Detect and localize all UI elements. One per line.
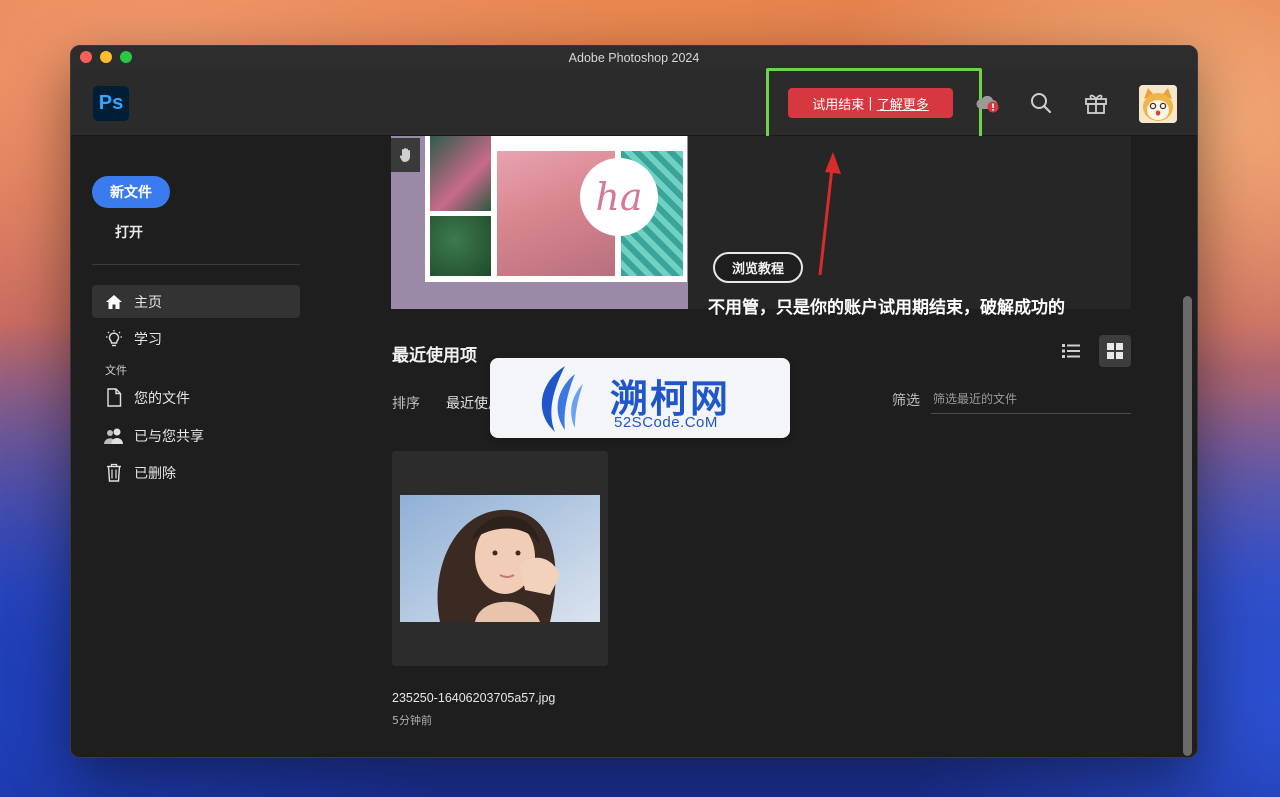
ha-logo-circle: ha — [580, 158, 658, 236]
filter-input[interactable] — [931, 384, 1131, 414]
grid-view-icon — [1107, 343, 1123, 359]
sidebar-divider — [92, 264, 300, 265]
cactus-tile — [430, 136, 491, 211]
list-view-icon — [1062, 344, 1080, 358]
sidebar-item-your-files[interactable]: 您的文件 — [92, 381, 300, 414]
sidebar-item-shared[interactable]: 已与您共享 — [92, 419, 300, 452]
search-icon[interactable] — [1028, 90, 1054, 116]
trash-icon — [102, 463, 126, 482]
collage-image: ha — [425, 136, 687, 282]
cloud-alert-icon[interactable] — [975, 90, 1001, 116]
grid-view-button[interactable] — [1099, 335, 1131, 367]
banner-artwork: ha — [391, 136, 688, 309]
vertical-scrollbar[interactable] — [1183, 296, 1192, 756]
annotation-text: 不用管，只是你的账户试用期结束，破解成功的 — [708, 298, 1065, 318]
new-file-button[interactable]: 新文件 — [92, 176, 170, 208]
shared-users-icon — [102, 427, 126, 445]
file-thumbnail — [400, 495, 600, 622]
photoshop-logo[interactable]: Ps — [93, 86, 129, 121]
recent-section-title: 最近使用项 — [392, 346, 477, 366]
sidebar-item-label: 您的文件 — [134, 390, 190, 407]
highlight-box — [766, 68, 982, 140]
sort-label: 排序 — [392, 396, 420, 412]
list-view-button[interactable] — [1055, 335, 1087, 367]
window-controls — [80, 51, 132, 63]
tutorial-banner: ha — [391, 136, 1131, 309]
leaves-tile — [430, 216, 491, 276]
hand-tool-icon[interactable] — [391, 138, 420, 172]
sidebar: 新文件 打开 主页 学习 文件 您的文件 已与您共享 已删除 — [71, 136, 321, 757]
avatar[interactable] — [1139, 85, 1177, 123]
sidebar-item-home[interactable]: 主页 — [92, 285, 300, 318]
minimize-window-button[interactable] — [100, 51, 112, 63]
wing-logo-icon — [541, 366, 583, 432]
title-bar: Adobe Photoshop 2024 — [71, 46, 1197, 70]
sidebar-item-label: 主页 — [134, 294, 162, 311]
lightbulb-icon — [102, 329, 126, 349]
file-name[interactable]: 235250-16406203705a57.jpg — [392, 691, 555, 705]
sidebar-item-label: 已与您共享 — [134, 428, 204, 445]
file-modified-time: 5分钟前 — [392, 714, 432, 727]
sidebar-item-deleted[interactable]: 已删除 — [92, 456, 300, 489]
sidebar-item-label: 已删除 — [134, 465, 176, 482]
open-button[interactable]: 打开 — [115, 222, 143, 242]
sidebar-item-learn[interactable]: 学习 — [92, 322, 300, 355]
browse-tutorials-button[interactable]: 浏览教程 — [713, 252, 803, 283]
files-section-label: 文件 — [105, 364, 127, 377]
maximize-window-button[interactable] — [120, 51, 132, 63]
document-icon — [102, 388, 126, 407]
main-content: ha 浏览教程 不用管，只是你的账户试用期结束，破解成功的 最近使用项 排序 最… — [321, 136, 1197, 757]
watermark-english: 52SCode.CoM — [614, 414, 718, 431]
close-window-button[interactable] — [80, 51, 92, 63]
annotation-arrow-icon — [818, 152, 841, 276]
sidebar-item-label: 学习 — [134, 331, 162, 348]
gift-icon[interactable] — [1083, 90, 1109, 116]
home-icon — [102, 294, 126, 310]
window-title: Adobe Photoshop 2024 — [568, 51, 700, 65]
app-header: Ps 试用结束 | 了解更多 — [71, 68, 1197, 140]
filter-label: 筛选 — [892, 393, 920, 409]
watermark-overlay: 溯柯网 52SCode.CoM — [490, 358, 790, 438]
recent-file-card[interactable] — [392, 451, 608, 666]
